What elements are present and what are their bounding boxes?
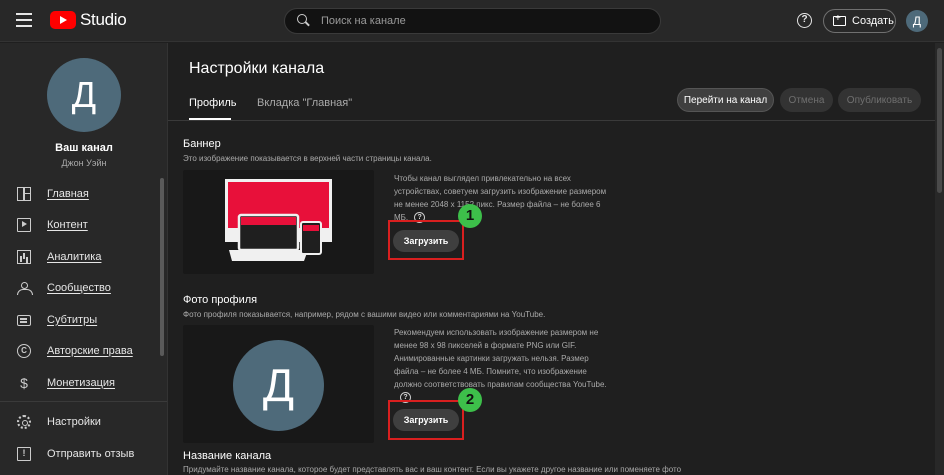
search-icon[interactable] <box>297 14 311 28</box>
studio-logo[interactable]: Studio <box>50 10 127 30</box>
step-badge-2: 2 <box>458 388 482 412</box>
create-video-icon <box>833 13 846 26</box>
channel-name-description: Придумайте название канала, которое буде… <box>183 465 682 474</box>
sidebar-item-label: Авторские права <box>47 344 133 357</box>
publish-button[interactable]: Опубликовать <box>838 88 921 112</box>
photo-title: Фото профиля <box>183 294 258 306</box>
sidebar-item-label: Отправить отзыв <box>47 447 135 460</box>
photo-hint: Рекомендуем использовать изображение раз… <box>394 326 614 404</box>
user-name: Джон Уэйн <box>61 158 107 168</box>
sidebar-item-label: Сообщество <box>47 281 111 294</box>
youtube-logo-icon <box>50 11 76 29</box>
banner-hint-text: Чтобы канал выглядел привлекательно на в… <box>394 174 607 222</box>
sidebar-item-subtitles[interactable]: Субтитры <box>0 304 160 335</box>
channel-name-title: Название канала <box>183 450 272 462</box>
sidebar-item-community[interactable]: Сообщество <box>0 272 160 303</box>
sidebar-item-analytics[interactable]: Аналитика <box>0 241 160 272</box>
settings-icon <box>17 414 31 429</box>
search-input[interactable] <box>321 15 621 27</box>
feedback-icon: ! <box>17 446 31 461</box>
search-bar <box>284 8 661 34</box>
sidebar-item-dashboard[interactable]: Главная <box>0 178 160 209</box>
upload-banner-button[interactable]: Загрузить <box>393 230 459 252</box>
your-channel-label: Ваш канал <box>55 142 113 154</box>
banner-description: Это изображение показывается в верхней ч… <box>183 154 432 163</box>
tab-profile[interactable]: Профиль <box>189 97 237 109</box>
community-icon <box>17 281 33 295</box>
main-scrollbar[interactable] <box>935 43 944 475</box>
account-avatar[interactable]: Д <box>906 10 928 32</box>
copyright-icon: C <box>17 343 31 358</box>
upload-photo-button[interactable]: Загрузить <box>393 409 459 431</box>
sidebar-divider <box>0 401 167 402</box>
profile-photo-avatar: Д <box>233 340 324 431</box>
sidebar-item-feedback[interactable]: ! Отправить отзыв <box>0 438 160 469</box>
logo-text: Studio <box>80 10 127 29</box>
menu-icon[interactable] <box>16 13 32 27</box>
step-badge-1: 1 <box>458 204 482 228</box>
page-title: Настройки канала <box>189 60 325 77</box>
sidebar-item-label: Главная <box>47 187 89 200</box>
photo-description: Фото профиля показывается, например, ряд… <box>183 310 546 319</box>
sidebar: Д Ваш канал Джон Уэйн Главная Контент Ан… <box>0 43 168 475</box>
sidebar-item-label: Контент <box>47 218 88 231</box>
go-to-channel-button[interactable]: Перейти на канал <box>677 88 774 112</box>
monetization-icon: $ <box>20 374 28 391</box>
sidebar-item-monetization[interactable]: $ Монетизация <box>0 367 160 398</box>
sidebar-item-label: Аналитика <box>47 250 102 263</box>
sidebar-item-label: Настройки <box>47 415 101 428</box>
photo-hint-text: Рекомендуем использовать изображение раз… <box>394 328 607 389</box>
help-icon[interactable]: ? <box>797 13 812 28</box>
banner-preview <box>183 170 374 274</box>
top-bar: Studio ? Создать Д <box>0 0 944 42</box>
tabs-divider <box>168 120 936 121</box>
sidebar-item-copyright[interactable]: C Авторские права <box>0 335 160 366</box>
main-scrollbar-thumb[interactable] <box>937 48 942 193</box>
create-button[interactable]: Создать <box>823 9 896 33</box>
sidebar-item-label: Монетизация <box>47 376 115 389</box>
sidebar-item-settings[interactable]: Настройки <box>0 406 160 437</box>
cancel-button[interactable]: Отмена <box>780 88 833 112</box>
devices-illustration <box>225 179 332 261</box>
channel-avatar[interactable]: Д <box>47 58 121 132</box>
analytics-icon <box>17 249 31 264</box>
sidebar-item-label: Субтитры <box>47 313 98 326</box>
subtitles-icon <box>17 315 31 326</box>
banner-title: Баннер <box>183 138 221 150</box>
tab-home[interactable]: Вкладка "Главная" <box>257 97 352 109</box>
sidebar-scrollbar[interactable] <box>160 178 164 356</box>
sidebar-item-content[interactable]: Контент <box>0 209 160 240</box>
create-label: Создать <box>852 15 894 27</box>
dashboard-icon <box>17 186 31 201</box>
banner-hint: Чтобы канал выглядел привлекательно на в… <box>394 172 614 224</box>
content-icon <box>17 217 31 232</box>
